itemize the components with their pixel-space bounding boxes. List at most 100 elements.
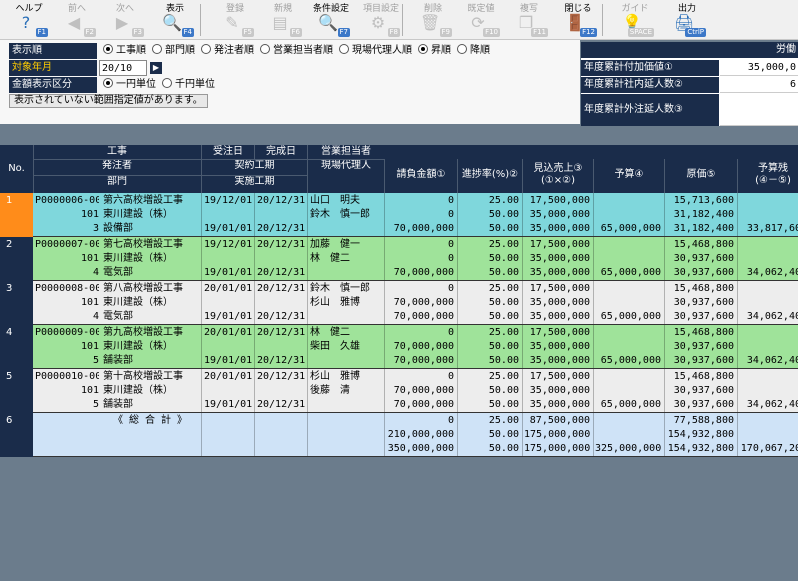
- cell-amt: 0: [447, 239, 454, 250]
- column-divider: [737, 369, 738, 413]
- close-button[interactable]: 閉じる 🚪 F12: [553, 0, 603, 40]
- amount-option-1[interactable]: 千円単位: [162, 77, 215, 93]
- cell-person: 杉山 雅博: [310, 371, 360, 382]
- range-warning: 表示されていない範囲指定値があります。: [9, 94, 208, 108]
- column-divider: [457, 193, 458, 237]
- cell-code: 4: [92, 311, 99, 322]
- sort-option-4[interactable]: 現場代理人順: [339, 43, 412, 59]
- cell-code: [35, 428, 99, 442]
- cell-d2: 20/12/31: [257, 283, 306, 294]
- cell-amt: 70,000,000: [393, 267, 454, 278]
- cell-yos: 65,000,000: [600, 267, 661, 278]
- condition-button[interactable]: 条件設定 🔍 F7: [306, 0, 356, 40]
- cell-code: 5: [92, 355, 99, 366]
- new-button[interactable]: 新規 ▤ F6: [258, 0, 308, 40]
- row-line: P0000006-00 第六高校増設工事 19/12/01 20/12/31 山口 明夫…: [0, 194, 798, 208]
- cell-mik: 87,500,000: [529, 415, 590, 426]
- cell-d2: 20/12/31: [257, 239, 306, 250]
- table-row[interactable]: 3 P0000008-00 第八高校増設工事 20/01/01 20/12/31 鈴木 慎…: [0, 281, 798, 325]
- ym-next-button[interactable]: ▶: [150, 62, 162, 74]
- amount-options: 一円単位 千円単位: [103, 77, 221, 93]
- row-line: 4 電気部 19/01/01 20/12/31 70,000,000 50.00 35,00…: [0, 266, 798, 280]
- column-divider: [457, 325, 458, 369]
- column-divider: [522, 281, 523, 325]
- sort-option-1[interactable]: 部門順: [152, 43, 195, 59]
- table-row[interactable]: 1 P0000006-00 第六高校増設工事 19/12/01 20/12/31 山口 明…: [0, 193, 798, 237]
- cell-amt: 70,000,000: [393, 223, 454, 234]
- cell-pct: 25.00: [488, 239, 519, 250]
- amount-row: 金額表示区分 一円単位 千円単位: [9, 77, 309, 93]
- column-divider: [307, 413, 308, 457]
- cell-gen: 31,182,400: [673, 223, 734, 234]
- search-settings-icon: 🔍: [318, 13, 338, 32]
- stats-panel: 労働 年度累計付加価値① 35,000,0 年度累計社内延人数② 6 年度累計外…: [581, 42, 798, 126]
- cell-code: 101: [80, 253, 99, 264]
- delete-button[interactable]: 削除 🗑 F9: [408, 0, 458, 40]
- table-row[interactable]: 2 P0000007-00 第七高校増設工事 19/12/01 20/12/31 加藤 健…: [0, 237, 798, 281]
- table-row[interactable]: 4 P0000009-00 第九高校増設工事 20/01/01 20/12/31 林 健二…: [0, 325, 798, 369]
- column-divider: [522, 413, 523, 457]
- column-divider: [457, 237, 458, 281]
- copy-button[interactable]: 複写 ❐ F11: [504, 0, 554, 40]
- cell-zan: [739, 194, 798, 208]
- column-divider: [254, 413, 255, 457]
- cell-pct: 50.00: [488, 253, 519, 264]
- cell-zan: [739, 252, 798, 266]
- cell-pct: 50.00: [488, 267, 519, 278]
- cell-name: 東川建設（株）: [103, 209, 173, 220]
- item-settings-button[interactable]: 項目設定 ⚙ F8: [356, 0, 406, 40]
- table-row[interactable]: 5 P0000010-00 第十高校増設工事 20/01/01 20/12/31 杉山 雅…: [0, 369, 798, 413]
- table-row[interactable]: 6 《 総 合 計 》 0 25.00 87,500,000 77,588,800 210,…: [0, 413, 798, 457]
- search-icon: 🔍: [162, 13, 182, 32]
- cell-code: P0000006-00: [35, 195, 99, 206]
- cell-amt: 0: [447, 195, 454, 206]
- cell-code: 101: [80, 385, 99, 396]
- toolbar-separator: [602, 4, 603, 36]
- stat-label-3: 年度累計外注延人数③: [581, 94, 719, 126]
- amount-option-0[interactable]: 一円単位: [103, 77, 156, 93]
- order-option-1[interactable]: 降順: [457, 43, 490, 59]
- sort-option-2[interactable]: 発注者順: [201, 43, 254, 59]
- next-button[interactable]: 次へ ▶ F3: [100, 0, 150, 40]
- column-divider: [593, 281, 594, 325]
- column-divider: [201, 237, 202, 281]
- cell-zan: [739, 370, 798, 384]
- register-button[interactable]: 登録 ✎ F5: [210, 0, 260, 40]
- cell-yos: [595, 414, 661, 428]
- show-button[interactable]: 表示 🔍 F4: [150, 0, 200, 40]
- sort-label: 表示順: [9, 43, 97, 59]
- cell-yos: [595, 208, 661, 222]
- cell-pct: 25.00: [488, 371, 519, 382]
- sort-option-label: 部門順: [165, 45, 195, 56]
- default-button[interactable]: 既定値 ⟳ F10: [456, 0, 506, 40]
- sort-option-0[interactable]: 工事順: [103, 43, 146, 59]
- col-mikomi-formula: (①×②): [540, 175, 576, 186]
- ym-input[interactable]: 20/10: [99, 60, 147, 76]
- sort-option-3[interactable]: 営業担当者順: [260, 43, 333, 59]
- column-divider: [384, 325, 385, 369]
- cell-d1: 19/01/01: [204, 355, 253, 366]
- cell-name: 電気部: [103, 267, 133, 278]
- cell-zan: 170,067,20: [740, 443, 798, 454]
- column-divider: [737, 325, 738, 369]
- prev-button[interactable]: 前へ ◀ F2: [52, 0, 102, 40]
- cell-d1: 20/01/01: [204, 327, 253, 338]
- help-button[interactable]: ヘルプ? F1: [4, 0, 54, 40]
- column-divider: [522, 237, 523, 281]
- column-divider: [307, 281, 308, 325]
- toolbar-separator: [200, 4, 201, 36]
- cell-gen: 154,932,800: [667, 443, 734, 454]
- stat-label-1: 年度累計付加価値①: [581, 60, 719, 76]
- cell-mik: 35,000,000: [529, 297, 590, 308]
- help-key-badge: F1: [35, 28, 48, 37]
- item-settings-key-badge: F8: [387, 28, 400, 37]
- cell-mik: 17,500,000: [529, 195, 590, 206]
- order-option-0[interactable]: 昇順: [418, 43, 451, 59]
- cell-gen: 30,937,600: [673, 355, 734, 366]
- column-divider: [522, 369, 523, 413]
- prev-key-badge: F2: [83, 28, 96, 37]
- amount-option-label: 一円単位: [116, 79, 156, 90]
- guide-button[interactable]: ガイド 💡 SPACE: [610, 0, 660, 40]
- output-button[interactable]: 出力 🖨 CtrlP: [662, 0, 712, 40]
- cell-d1: [204, 252, 254, 266]
